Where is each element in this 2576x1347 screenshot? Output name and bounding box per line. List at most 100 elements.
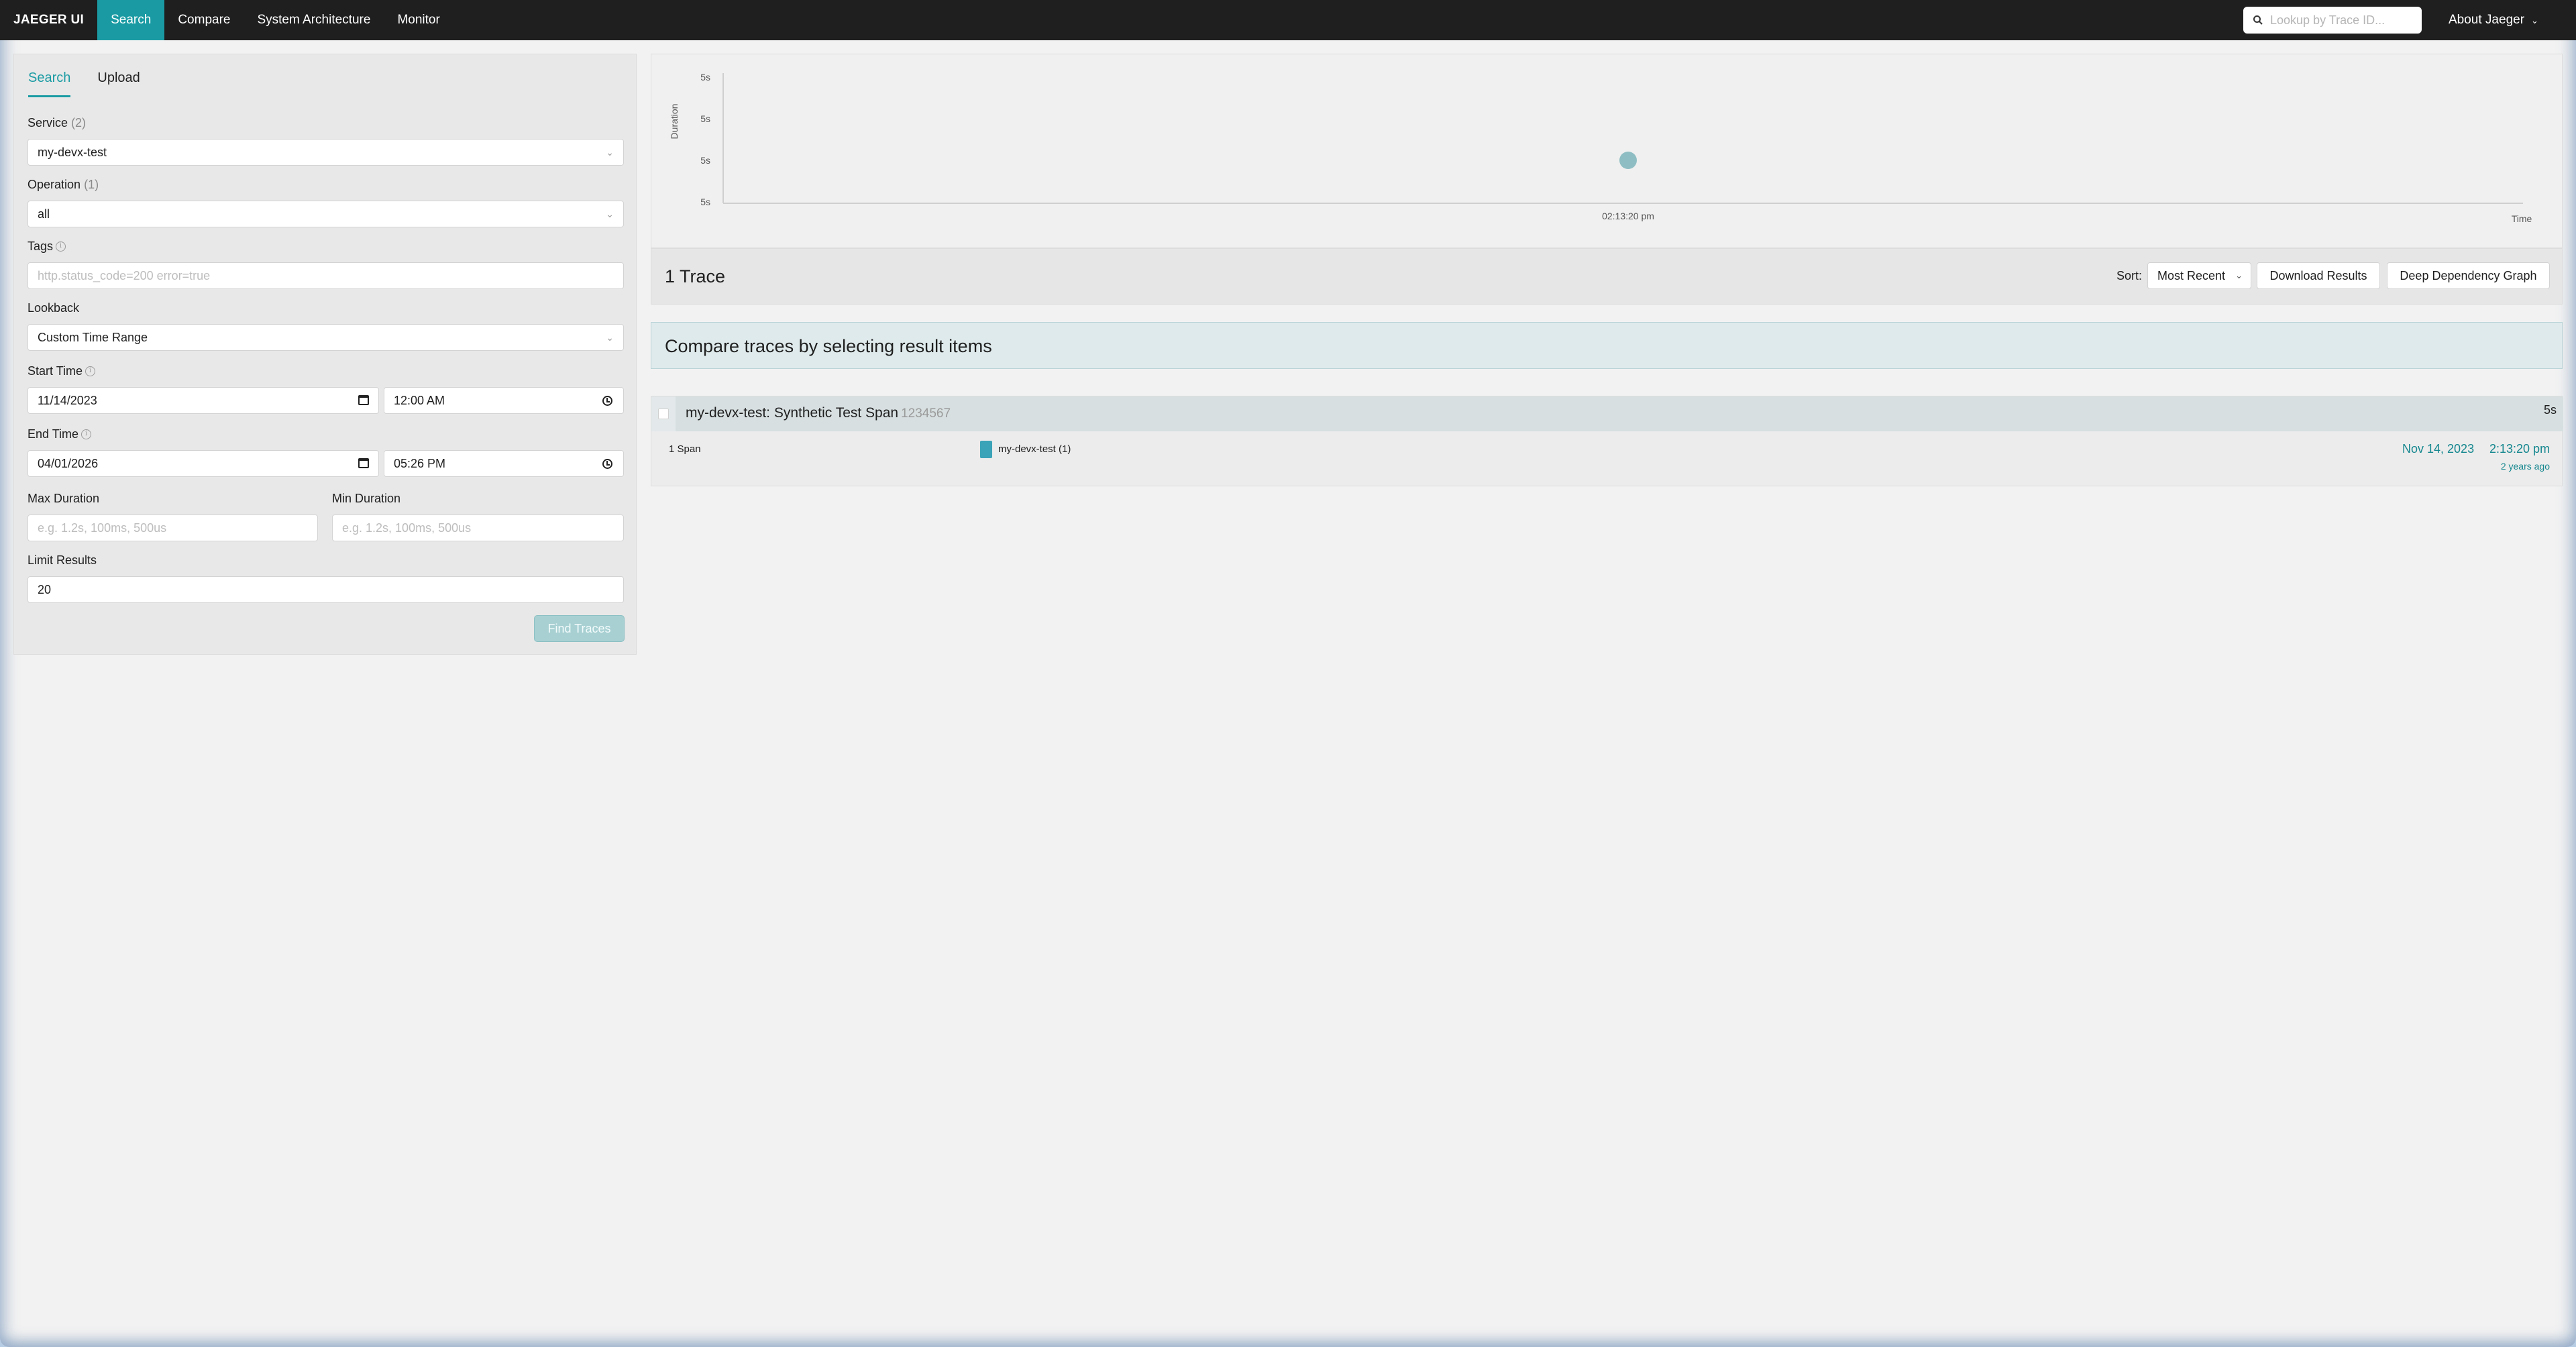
nav-compare[interactable]: Compare xyxy=(164,0,244,40)
tab-upload[interactable]: Upload xyxy=(97,70,140,97)
clock-icon[interactable] xyxy=(602,396,612,406)
compare-hint-text: Compare traces by selecting result items xyxy=(665,336,992,356)
start-time-label: Start Time i xyxy=(28,364,96,378)
calendar-icon[interactable] xyxy=(358,395,369,405)
tags-input[interactable]: http.status_code=200 error=true xyxy=(28,262,624,289)
y-tick-label: 5s xyxy=(700,113,710,124)
end-date-input[interactable]: 04/01/2026 xyxy=(28,450,379,477)
search-icon xyxy=(2253,15,2263,25)
trace-point[interactable] xyxy=(1619,152,1637,169)
chevron-down-icon: ⌄ xyxy=(606,147,614,158)
y-tick-label: 5s xyxy=(700,155,710,166)
chevron-down-icon: ⌄ xyxy=(2531,15,2538,25)
calendar-icon[interactable] xyxy=(358,458,369,468)
y-tick-label: 5s xyxy=(700,197,710,207)
info-icon[interactable]: i xyxy=(85,366,96,376)
search-form-panel: Search Upload Service (2) my-devx-test ⌄… xyxy=(13,54,637,655)
trace-select-column xyxy=(651,396,676,431)
trace-select-checkbox[interactable] xyxy=(658,409,669,419)
start-time-label-text: Start Time xyxy=(28,364,83,378)
chevron-down-icon: ⌄ xyxy=(2235,270,2243,280)
info-icon[interactable]: i xyxy=(56,241,66,252)
max-duration-input[interactable]: e.g. 1.2s, 100ms, 500us xyxy=(28,515,318,541)
operation-select[interactable]: all ⌄ xyxy=(28,201,624,227)
service-label: Service (2) xyxy=(28,116,86,130)
nav-search[interactable]: Search xyxy=(97,0,165,40)
app-window: JAEGER UI Search Compare System Architec… xyxy=(0,0,2576,1347)
about-label: About Jaeger xyxy=(2449,13,2525,27)
service-label-text: Service xyxy=(28,116,68,129)
clock-icon[interactable] xyxy=(602,459,612,469)
operation-count: (1) xyxy=(84,178,99,191)
max-duration-label: Max Duration xyxy=(28,492,100,505)
service-tag: my-devx-test (1) xyxy=(998,443,1071,455)
trace-time: 2:13:20 pm xyxy=(2489,442,2551,455)
min-duration-placeholder: e.g. 1.2s, 100ms, 500us xyxy=(342,521,472,535)
lookback-select[interactable]: Custom Time Range ⌄ xyxy=(28,324,624,351)
find-traces-button[interactable]: Find Traces xyxy=(534,615,625,642)
end-date-value: 04/01/2026 xyxy=(38,457,99,470)
compare-hint-banner: Compare traces by selecting result items xyxy=(651,322,2563,369)
brand-logo[interactable]: JAEGER UI xyxy=(0,0,97,40)
results-header: 1 Trace Sort: Most Recent ⌄ Download Res… xyxy=(651,248,2563,305)
end-time-label: End Time i xyxy=(28,427,92,441)
end-time-label-text: End Time xyxy=(28,427,79,441)
info-icon[interactable]: i xyxy=(81,429,92,439)
top-nav: JAEGER UI Search Compare System Architec… xyxy=(0,0,2576,40)
service-select[interactable]: my-devx-test ⌄ xyxy=(28,139,624,166)
lookback-label: Lookback xyxy=(28,301,80,315)
end-time-value: 05:26 PM xyxy=(394,457,446,470)
trace-id-lookup-input[interactable]: Lookup by Trace ID... xyxy=(2243,7,2422,34)
start-time-input[interactable]: 12:00 AM xyxy=(384,387,624,414)
sort-value: Most Recent xyxy=(2157,269,2226,282)
y-axis-ticks: 5s 5s 5s 5s xyxy=(700,72,710,207)
tags-label: Tags i xyxy=(28,239,66,254)
limit-results-value: 20 xyxy=(38,583,52,596)
min-duration-label: Min Duration xyxy=(332,492,401,505)
trace-name: my-devx-test: Synthetic Test Span xyxy=(686,405,899,421)
lookup-placeholder: Lookup by Trace ID... xyxy=(2270,13,2385,27)
min-duration-input[interactable]: e.g. 1.2s, 100ms, 500us xyxy=(332,515,624,541)
service-value: my-devx-test xyxy=(38,146,107,159)
lookback-value: Custom Time Range xyxy=(38,331,148,344)
results-count-title: 1 Trace xyxy=(665,266,726,286)
operation-value: all xyxy=(38,207,50,221)
y-tick-label: 5s xyxy=(700,72,710,83)
trace-result-item[interactable]: my-devx-test: Synthetic Test Span 1234567… xyxy=(651,396,2563,486)
about-jaeger-menu[interactable]: About Jaeger ⌄ xyxy=(2449,0,2538,41)
y-axis-label: Duration xyxy=(669,104,680,140)
start-date-input[interactable]: 11/14/2023 xyxy=(28,387,379,414)
deep-dependency-graph-button[interactable]: Deep Dependency Graph xyxy=(2387,262,2550,289)
trace-duration: 5s xyxy=(2543,403,2557,417)
trace-id: 1234567 xyxy=(901,407,951,421)
end-time-input[interactable]: 05:26 PM xyxy=(384,450,624,477)
x-tick-label: 02:13:20 pm xyxy=(1602,211,1654,221)
chevron-down-icon: ⌄ xyxy=(606,332,614,343)
span-count: 1 Span xyxy=(669,443,701,455)
trace-date: Nov 14, 2023 xyxy=(2402,442,2475,455)
x-axis-label: Time xyxy=(2512,213,2532,224)
tags-label-text: Tags xyxy=(28,239,54,253)
sort-select[interactable]: Most Recent ⌄ xyxy=(2147,262,2251,289)
download-results-button[interactable]: Download Results xyxy=(2257,262,2380,289)
form-tabs: Search Upload xyxy=(28,70,167,97)
trace-relative-time: 2 years ago xyxy=(2500,461,2550,472)
operation-label-text: Operation xyxy=(28,178,81,191)
trace-scatter-chart: 5s 5s 5s 5s Duration Time 02:13:20 pm xyxy=(651,54,2563,248)
nav-monitor[interactable]: Monitor xyxy=(384,0,453,40)
limit-results-input[interactable]: 20 xyxy=(28,576,624,603)
trace-result-header[interactable]: my-devx-test: Synthetic Test Span 1234567… xyxy=(651,396,2563,431)
service-count: (2) xyxy=(71,116,87,129)
trace-title[interactable]: my-devx-test: Synthetic Test Span 1234567 xyxy=(686,405,951,421)
max-duration-placeholder: e.g. 1.2s, 100ms, 500us xyxy=(38,521,167,535)
tab-search[interactable]: Search xyxy=(28,70,71,97)
nav-system-architecture[interactable]: System Architecture xyxy=(244,0,384,40)
limit-results-label: Limit Results xyxy=(28,553,97,567)
start-date-value: 11/14/2023 xyxy=(38,394,97,407)
start-time-value: 12:00 AM xyxy=(394,394,445,407)
chevron-down-icon: ⌄ xyxy=(606,209,614,219)
service-color-swatch xyxy=(980,441,992,458)
operation-label: Operation (1) xyxy=(28,178,99,192)
scatter-plot: 5s 5s 5s 5s Duration Time 02:13:20 pm xyxy=(669,72,2532,224)
tags-placeholder: http.status_code=200 error=true xyxy=(38,269,211,282)
